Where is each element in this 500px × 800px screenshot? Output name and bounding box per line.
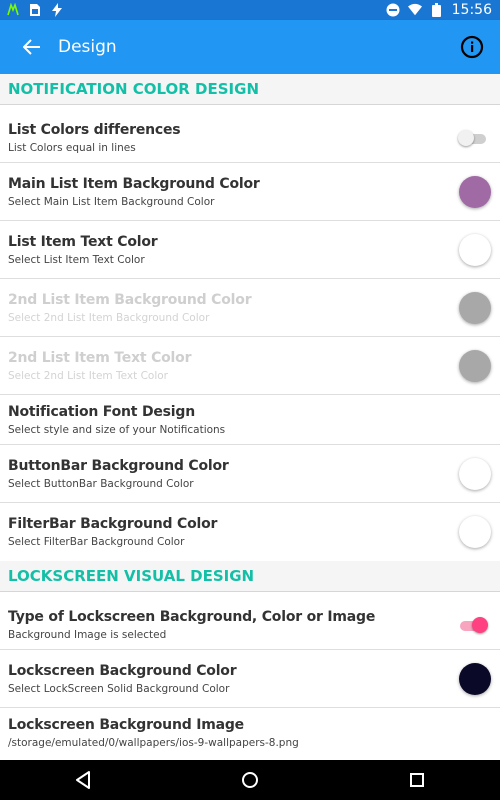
setting-text: 2nd List Item Text Color Select 2nd List… — [8, 350, 459, 382]
setting-text: ButtonBar Background Color Select Button… — [8, 458, 459, 490]
setting-subtitle: List Colors equal in lines — [8, 141, 136, 154]
setting-list-item-text-color[interactable]: List Item Text Color Select List Item Te… — [0, 221, 500, 279]
list-colors-differences-toggle[interactable] — [458, 129, 488, 147]
setting-subtitle: Select 2nd List Item Text Color — [8, 369, 168, 382]
lockscreen-background-type-toggle[interactable] — [458, 616, 488, 634]
setting-buttonbar-background-color[interactable]: ButtonBar Background Color Select Button… — [0, 445, 500, 503]
lockscreen-background-color-swatch[interactable] — [459, 662, 491, 695]
android-icon — [6, 3, 20, 17]
setting-title: ButtonBar Background Color — [8, 457, 229, 474]
toggle-thumb — [458, 129, 474, 146]
status-right-icons: 15:56 — [386, 2, 500, 18]
setting-text: Notification Font Design Select style an… — [8, 404, 492, 436]
setting-2nd-list-item-text-color: 2nd List Item Text Color Select 2nd List… — [0, 337, 500, 395]
setting-text: Type of Lockscreen Background, Color or … — [8, 609, 458, 641]
setting-text: List Item Text Color Select List Item Te… — [8, 234, 459, 266]
section-header-lockscreen-visual: LOCKSCREEN VISUAL DESIGN — [0, 561, 500, 592]
setting-main-list-item-background-color[interactable]: Main List Item Background Color Select M… — [0, 163, 500, 221]
setting-notification-font-design[interactable]: Notification Font Design Select style an… — [0, 395, 500, 445]
setting-subtitle: Select ButtonBar Background Color — [8, 477, 194, 490]
setting-title: List Item Text Color — [8, 233, 158, 250]
setting-lockscreen-background-color[interactable]: Lockscreen Background Color Select LockS… — [0, 650, 500, 708]
recents-square-icon[interactable] — [397, 760, 437, 800]
sim-card-icon — [28, 3, 42, 17]
setting-text: List Colors differences List Colors equa… — [8, 122, 458, 154]
setting-subtitle: Select FilterBar Background Color — [8, 536, 185, 548]
setting-text: 2nd List Item Background Color Select 2n… — [8, 292, 459, 324]
setting-title: Main List Item Background Color — [8, 175, 260, 192]
back-triangle-icon[interactable] — [63, 760, 103, 800]
main-list-item-background-color-swatch[interactable] — [459, 175, 491, 208]
2nd-list-item-text-color-swatch — [459, 349, 491, 382]
setting-title: Lockscreen Background Image — [8, 717, 244, 733]
app-bar: Design — [0, 20, 500, 74]
settings-list: NOTIFICATION COLOR DESIGN List Colors di… — [0, 74, 500, 760]
filterbar-background-color-swatch[interactable] — [459, 516, 491, 548]
wifi-icon — [407, 3, 422, 17]
buttonbar-background-color-swatch[interactable] — [459, 457, 491, 490]
status-left-icons — [0, 3, 64, 17]
navigation-bar — [0, 760, 500, 800]
back-arrow-icon[interactable] — [20, 35, 44, 59]
battery-icon — [430, 3, 444, 17]
page-title: Design — [58, 37, 117, 57]
setting-subtitle: Background Image is selected — [8, 628, 167, 641]
setting-text: FilterBar Background Color Select Filter… — [8, 516, 459, 548]
setting-list-colors-differences[interactable]: List Colors differences List Colors equa… — [0, 113, 500, 163]
home-circle-icon[interactable] — [230, 760, 270, 800]
setting-subtitle: Select 2nd List Item Background Color — [8, 311, 210, 324]
setting-subtitle: Select Main List Item Background Color — [8, 195, 215, 208]
setting-filterbar-background-color[interactable]: FilterBar Background Color Select Filter… — [0, 503, 500, 561]
setting-title: List Colors differences — [8, 121, 181, 138]
setting-subtitle: /storage/emulated/0/wallpapers/ios-9-wal… — [8, 737, 299, 749]
section-header-notification-color: NOTIFICATION COLOR DESIGN — [0, 74, 500, 105]
do-not-disturb-icon — [386, 3, 400, 17]
section-gap — [0, 105, 500, 113]
2nd-list-item-background-color-swatch — [459, 291, 491, 324]
info-icon[interactable] — [460, 35, 484, 59]
status-time: 15:56 — [451, 2, 492, 18]
setting-subtitle: Select LockScreen Solid Background Color — [8, 682, 230, 695]
setting-text: Lockscreen Background Image /storage/emu… — [8, 717, 492, 749]
setting-lockscreen-background-type[interactable]: Type of Lockscreen Background, Color or … — [0, 600, 500, 650]
toggle-thumb — [472, 616, 488, 633]
setting-text: Main List Item Background Color Select M… — [8, 176, 459, 208]
setting-text: Lockscreen Background Color Select LockS… — [8, 663, 459, 695]
setting-title: 2nd List Item Background Color — [8, 291, 252, 308]
setting-subtitle: Select List Item Text Color — [8, 253, 145, 266]
setting-2nd-list-item-background-color: 2nd List Item Background Color Select 2n… — [0, 279, 500, 337]
setting-title: 2nd List Item Text Color — [8, 349, 192, 366]
setting-title: Lockscreen Background Color — [8, 662, 237, 679]
flash-icon — [50, 3, 64, 17]
setting-subtitle: Select style and size of your Notificati… — [8, 423, 226, 436]
setting-title: Notification Font Design — [8, 403, 195, 420]
setting-lockscreen-background-image[interactable]: Lockscreen Background Image /storage/emu… — [0, 708, 500, 758]
list-item-text-color-swatch[interactable] — [459, 233, 491, 266]
setting-title: Type of Lockscreen Background, Color or … — [8, 608, 376, 625]
status-bar: 15:56 — [0, 0, 500, 20]
section-gap — [0, 592, 500, 600]
setting-title: FilterBar Background Color — [8, 516, 218, 532]
